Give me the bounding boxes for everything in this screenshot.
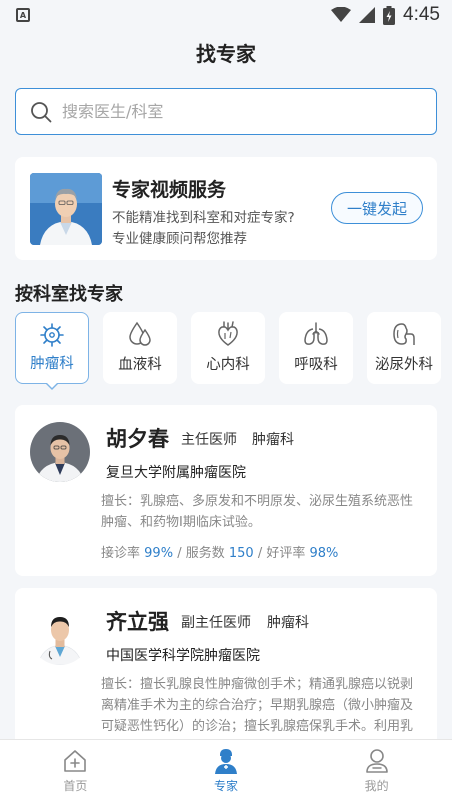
doctor-icon xyxy=(215,749,237,774)
doctor-name: 胡夕春 xyxy=(106,427,169,451)
doctor-name: 齐立强 xyxy=(106,610,169,634)
doctor-department: 肿瘤科 xyxy=(267,615,309,631)
kidney-icon xyxy=(393,323,415,345)
service-count-value: 150 xyxy=(228,546,254,561)
cell-icon xyxy=(40,323,64,347)
clock: 4:45 xyxy=(403,4,440,25)
doctor-card[interactable]: 胡夕春 主任医师 肿瘤科 复旦大学附属肿瘤医院 擅长：乳腺癌、多原发和不明原发、… xyxy=(15,405,437,576)
page-title: 找专家 xyxy=(196,42,256,66)
dept-label: 血液科 xyxy=(118,357,162,373)
tab-label: 专家 xyxy=(214,779,239,793)
doctor-hospital: 复旦大学附属肿瘤医院 xyxy=(106,465,246,481)
heart-icon xyxy=(218,321,238,346)
video-service-subtitle-2: 专业健康顾问帮您推荐 xyxy=(112,231,247,247)
user-icon xyxy=(365,749,388,773)
accept-rate-value: 99% xyxy=(144,546,174,561)
video-service-subtitle: 不能精准找到科室和对症专家? xyxy=(112,210,295,226)
battery-icon xyxy=(383,5,396,25)
tab-mine[interactable]: 我的 xyxy=(301,740,452,802)
dept-label: 泌尿外科 xyxy=(375,357,433,373)
blood-drop-icon xyxy=(129,321,151,346)
accept-rate-label: 接诊率 xyxy=(101,546,141,561)
tab-home[interactable]: 首页 xyxy=(0,740,151,802)
service-count-label: 服务数 xyxy=(185,546,225,561)
doctor-expertise: 擅长：乳腺癌、多原发和不明原发、泌尿生殖系统恶性肿瘤、和药物I期临床试验。 xyxy=(101,494,414,530)
doctor-title: 副主任医师 xyxy=(181,615,251,631)
tab-label: 我的 xyxy=(364,779,389,793)
dept-label: 心内科 xyxy=(206,357,250,373)
tab-label: 首页 xyxy=(63,779,88,793)
stats-divider: / xyxy=(177,546,186,561)
consultant-photo xyxy=(30,173,102,245)
department-list: 肿瘤科 血液科 心内科 呼吸科 泌尿外科 xyxy=(15,312,452,390)
dept-hematology[interactable]: 血液科 xyxy=(103,312,177,384)
doctor-expertise: 擅长：擅长乳腺良性肿瘤微创手术；精通乳腺癌以锐剥离精准手术为主的综合治疗；早期乳… xyxy=(101,677,414,748)
status-bar: A 4:45 xyxy=(0,0,452,30)
doctor-card[interactable]: 齐立强 副主任医师 肿瘤科 中国医学科学院肿瘤医院 擅长：擅长乳腺良性肿瘤微创手… xyxy=(15,588,437,748)
dept-urology[interactable]: 泌尿外科 xyxy=(367,312,441,384)
status-indicators: 4:45 xyxy=(331,4,440,26)
doctor-hospital: 中国医学科学院肿瘤医院 xyxy=(106,648,260,664)
start-consult-button[interactable]: 一键发起 xyxy=(331,192,423,224)
video-service-title: 专家视频服务 xyxy=(112,179,227,201)
home-plus-icon xyxy=(64,750,87,772)
notification-icon: A xyxy=(16,8,30,22)
video-service-card[interactable]: 专家视频服务 不能精准找到科室和对症专家? 专业健康顾问帮您推荐 一键发起 xyxy=(15,157,437,260)
dept-oncology[interactable]: 肿瘤科 xyxy=(15,312,89,390)
dept-cardiology[interactable]: 心内科 xyxy=(191,312,265,384)
bottom-tab-bar: 首页 专家 我的 xyxy=(0,739,452,802)
doctor-title: 主任医师 xyxy=(181,432,237,448)
cellular-icon xyxy=(359,7,376,23)
doctor-stats: 接诊率 99% / 服务数 150 / 好评率 98% xyxy=(101,542,338,561)
dept-label: 呼吸科 xyxy=(294,357,338,373)
search-box[interactable] xyxy=(15,88,437,135)
lungs-icon xyxy=(304,322,328,345)
dept-label: 肿瘤科 xyxy=(30,356,74,372)
rating-value: 98% xyxy=(309,546,339,561)
search-input[interactable] xyxy=(62,102,402,121)
rating-label: 好评率 xyxy=(266,546,306,561)
tab-experts[interactable]: 专家 xyxy=(151,740,302,802)
wifi-icon xyxy=(331,7,352,22)
search-icon xyxy=(31,101,52,122)
doctor-avatar xyxy=(30,422,90,482)
dept-respiratory[interactable]: 呼吸科 xyxy=(279,312,353,384)
doctor-department: 肿瘤科 xyxy=(252,432,294,448)
active-pointer xyxy=(45,382,59,390)
doctor-avatar xyxy=(30,605,90,665)
department-section-title: 按科室找专家 xyxy=(15,284,123,305)
